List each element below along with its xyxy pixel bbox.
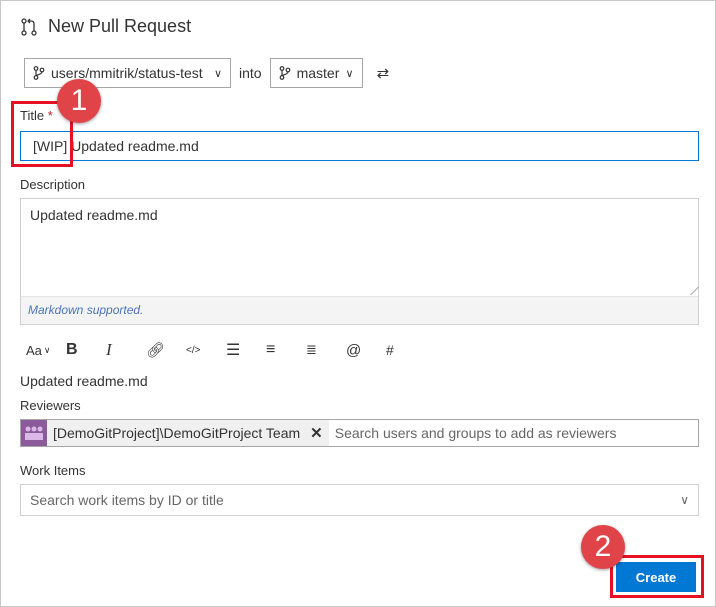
link-icon[interactable]: 🔗︎ [146,341,186,359]
pull-request-icon [21,17,37,36]
reviewer-name: [DemoGitProject]\DemoGitProject Team [53,425,301,441]
callout-badge-1: 1 [57,79,101,123]
code-icon[interactable]: </> [186,345,226,356]
checklist-icon[interactable]: ≣ [306,342,346,358]
branch-icon [33,66,45,80]
description-textarea[interactable]: Updated readme.md Markdown supported. [20,198,699,325]
formatting-toolbar: Aa ∨ B I 🔗︎ </> ☰ ≡ ≣ @ # [26,340,426,360]
hashtag-icon[interactable]: # [386,342,426,358]
title-input[interactable]: [WIP] Updated readme.md [20,131,699,161]
chevron-down-icon: ∨ [213,67,222,80]
source-branch-dropdown[interactable]: users/mmitrik/status-test ∨ [24,58,231,88]
reviewer-search-placeholder[interactable]: Search users and groups to add as review… [335,425,617,441]
chevron-down-icon: ∨ [345,67,354,80]
highlight-box-create [610,555,704,598]
markdown-supported-note: Markdown supported. [21,296,698,324]
reviewers-input[interactable]: [DemoGitProject]\DemoGitProject Team ✕ S… [20,419,699,447]
numbered-list-icon[interactable]: ≡ [266,341,306,359]
preview-text: Updated readme.md [20,373,148,389]
team-avatar-icon [21,420,47,446]
swap-icon[interactable]: ⇄ [377,64,390,82]
reviewers-label: Reviewers [20,398,81,413]
work-items-input[interactable]: Search work items by ID or title ∨ [20,484,699,516]
reviewer-chip: [DemoGitProject]\DemoGitProject Team ✕ [21,420,329,446]
into-label: into [239,65,262,81]
target-branch-dropdown[interactable]: master ∨ [269,58,363,88]
page-title: New Pull Request [48,16,192,36]
font-size-button[interactable]: Aa ∨ [26,343,66,358]
description-label: Description [20,177,86,192]
target-branch-label: master [296,65,340,81]
mention-icon[interactable]: @ [346,342,386,359]
header: New Pull Request [20,16,191,37]
remove-reviewer-icon[interactable]: ✕ [310,424,323,442]
description-text[interactable]: Updated readme.md [21,199,698,305]
italic-button[interactable]: I [106,340,146,360]
bulleted-list-icon[interactable]: ☰ [226,340,266,360]
work-items-placeholder: Search work items by ID or title [30,492,224,508]
work-items-label: Work Items [20,463,86,478]
branch-icon [279,66,290,80]
bold-button[interactable]: B [66,341,106,359]
chevron-down-icon[interactable]: ∨ [680,493,689,507]
callout-badge-2: 2 [581,525,625,569]
